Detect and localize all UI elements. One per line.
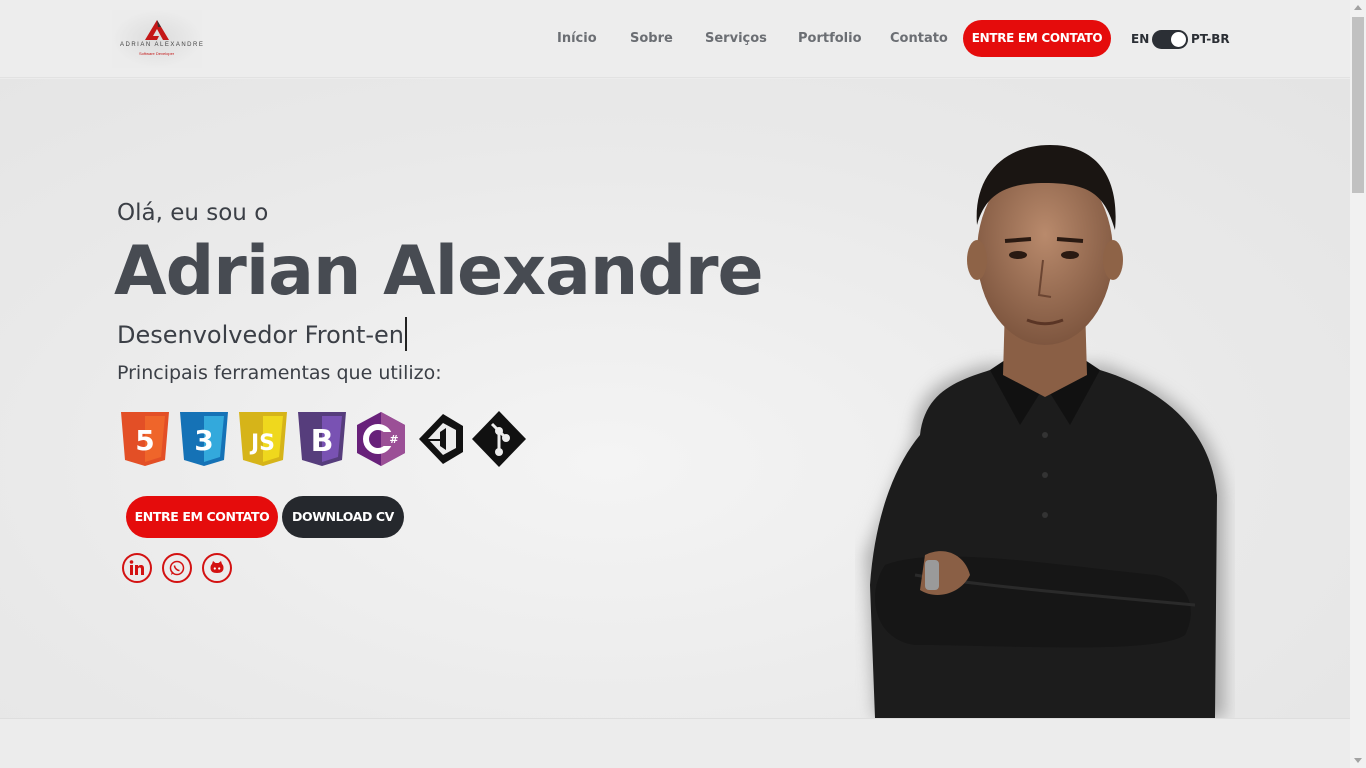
- whatsapp-icon: [169, 560, 185, 576]
- logo-mark-icon: [145, 20, 169, 40]
- hero-name: Adrian Alexandre: [114, 232, 764, 311]
- github-icon: [210, 561, 224, 573]
- hero-greeting: Olá, eu sou o: [117, 200, 269, 226]
- linkedin-icon: [129, 560, 144, 575]
- csharp-icon: #: [357, 412, 405, 466]
- profile-photo: [865, 145, 1225, 718]
- tools-label: Principais ferramentas que utilizo:: [117, 362, 442, 384]
- svg-text:5: 5: [135, 424, 154, 457]
- css3-icon: 3: [180, 412, 228, 466]
- scroll-up-arrow-icon[interactable]: [1354, 5, 1362, 10]
- lang-ptbr-label: PT-BR: [1191, 32, 1230, 46]
- page-scrollbar[interactable]: [1350, 0, 1366, 768]
- nav-item-servicos[interactable]: Serviços: [705, 31, 767, 46]
- language-toggle[interactable]: [1152, 30, 1188, 49]
- linkedin-link[interactable]: [122, 553, 152, 583]
- next-section: [0, 719, 1350, 768]
- unity-icon: [419, 414, 463, 464]
- whatsapp-link[interactable]: [162, 553, 192, 583]
- logo[interactable]: ADRIAN ALEXANDRE Software Developer: [112, 10, 205, 68]
- svg-text:3: 3: [194, 424, 213, 457]
- html5-icon: 5: [121, 412, 169, 466]
- hero-role-text: Desenvolvedor Front-en: [117, 321, 405, 349]
- javascript-icon: JS: [239, 412, 287, 466]
- scroll-down-arrow-icon[interactable]: [1354, 758, 1362, 763]
- logo-subtitle: Software Developer: [139, 51, 175, 56]
- nav-item-sobre[interactable]: Sobre: [630, 31, 673, 46]
- github-link[interactable]: [202, 553, 232, 583]
- hero-role: Desenvolvedor Front-en: [117, 317, 408, 351]
- typing-cursor: [405, 317, 408, 351]
- nav-item-portfolio[interactable]: Portfolio: [798, 31, 862, 46]
- scroll-thumb[interactable]: [1352, 17, 1364, 193]
- toggle-knob: [1171, 32, 1186, 47]
- nav-item-contato[interactable]: Contato: [890, 31, 948, 46]
- git-icon: [472, 411, 526, 467]
- svg-text:B: B: [311, 424, 334, 459]
- hero-contact-button[interactable]: ENTRE EM CONTATO: [126, 496, 278, 538]
- site-header: ADRIAN ALEXANDRE Software Developer Iníc…: [0, 0, 1350, 78]
- header-contact-button[interactable]: ENTRE EM CONTATO: [963, 20, 1111, 57]
- lang-en-label: EN: [1131, 32, 1150, 46]
- logo-name: ADRIAN ALEXANDRE: [120, 42, 205, 48]
- nav-item-inicio[interactable]: Início: [557, 31, 597, 46]
- download-cv-button[interactable]: DOWNLOAD CV: [282, 496, 404, 538]
- svg-text:#: #: [389, 433, 398, 446]
- svg-text:JS: JS: [249, 431, 275, 456]
- bootstrap-icon: B: [298, 412, 346, 466]
